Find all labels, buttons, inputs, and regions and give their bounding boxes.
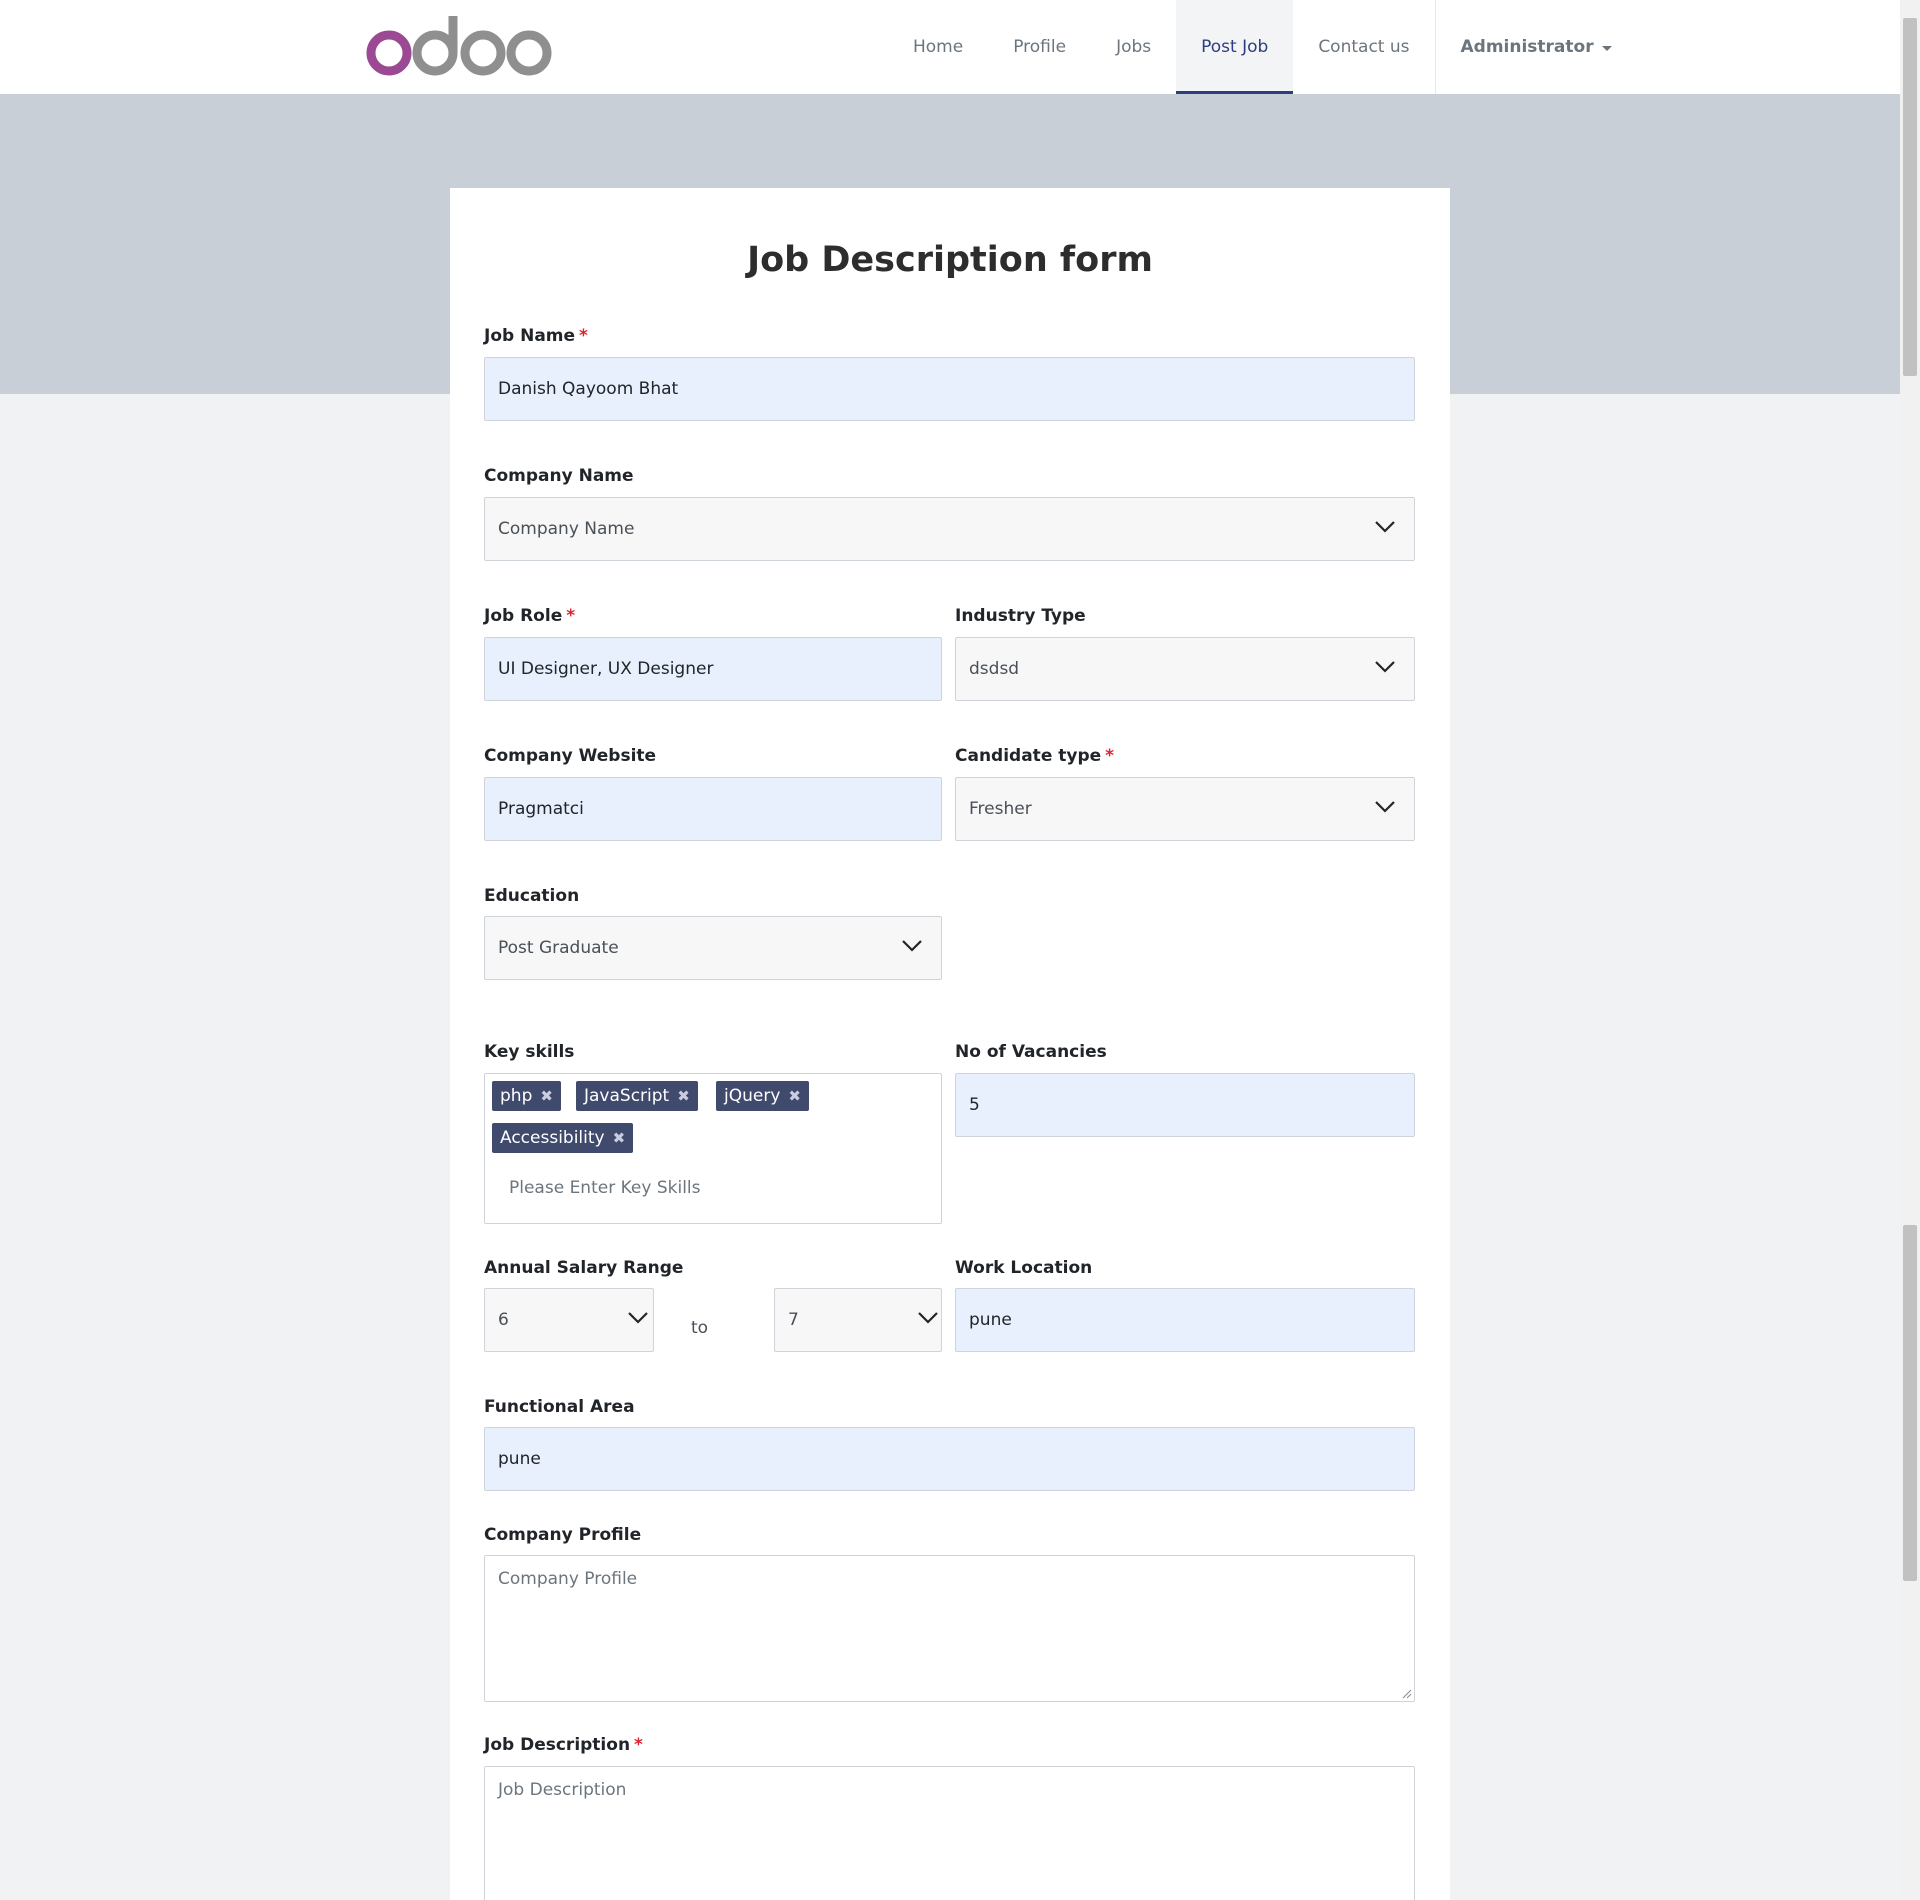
industry-type-label: Industry Type (955, 606, 1086, 626)
remove-tag-icon[interactable]: ✖ (788, 1087, 801, 1105)
admin-label: Administrator (1460, 37, 1594, 57)
chevron-down-icon (918, 1312, 938, 1324)
required-asterisk: * (1105, 746, 1115, 766)
job-name-input[interactable]: Danish Qayoom Bhat (484, 357, 1415, 421)
work-location-label: Work Location (955, 1258, 1093, 1278)
skill-tag: php ✖ (492, 1081, 561, 1111)
required-asterisk: * (634, 1735, 643, 1755)
work-location-input[interactable]: pune (955, 1288, 1415, 1352)
functional-area-value: pune (498, 1449, 541, 1469)
remove-tag-icon[interactable]: ✖ (677, 1087, 690, 1105)
key-skills-placeholder[interactable]: Please Enter Key Skills (509, 1178, 701, 1198)
job-role-input[interactable]: UI Designer, UX Designer (484, 637, 942, 701)
remove-tag-icon[interactable]: ✖ (613, 1129, 626, 1147)
nav-jobs[interactable]: Jobs (1091, 0, 1176, 94)
nav-contact-us[interactable]: Contact us (1293, 0, 1434, 94)
salary-max-select[interactable]: 7 (774, 1288, 942, 1352)
company-website-input[interactable]: Pragmatci (484, 777, 942, 841)
education-value: Post Graduate (498, 938, 619, 958)
job-name-value: Danish Qayoom Bhat (498, 379, 679, 399)
company-name-select[interactable]: Company Name (484, 497, 1415, 561)
salary-max-value: 7 (788, 1310, 799, 1330)
company-website-value: Pragmatci (498, 799, 584, 819)
job-role-value: UI Designer, UX Designer (498, 659, 714, 679)
salary-to-label: to (691, 1318, 709, 1338)
salary-min-value: 6 (498, 1310, 509, 1330)
skill-tag-label: php (500, 1086, 533, 1106)
chevron-down-icon (1375, 521, 1395, 533)
nav-profile[interactable]: Profile (988, 0, 1091, 94)
company-website-label: Company Website (484, 746, 657, 766)
odoo-logo[interactable] (365, 12, 555, 76)
salary-min-select[interactable]: 6 (484, 1288, 654, 1352)
key-skills-input[interactable]: php ✖ JavaScript ✖ jQuery ✖ Accessibility ✖ … (484, 1073, 942, 1224)
nav-home[interactable]: Home (888, 0, 988, 94)
required-asterisk: * (566, 606, 576, 626)
candidate-type-select[interactable]: Fresher (955, 777, 1415, 841)
vacancies-label: No of Vacancies (955, 1042, 1107, 1062)
chevron-down-icon (1375, 661, 1395, 673)
chevron-down-icon (902, 940, 922, 952)
scrollbar-thumb[interactable] (1903, 18, 1917, 376)
skill-tag-label: JavaScript (584, 1086, 670, 1106)
job-role-label: Job Role * (484, 606, 576, 626)
skill-tag: JavaScript ✖ (576, 1081, 698, 1111)
education-select[interactable]: Post Graduate (484, 916, 942, 980)
vacancies-value: 5 (969, 1095, 980, 1115)
industry-type-value: dsdsd (969, 659, 1020, 679)
chevron-down-icon (1375, 801, 1395, 813)
skill-tag: jQuery ✖ (716, 1081, 809, 1111)
caret-down-icon (1601, 45, 1612, 51)
resize-handle-icon[interactable] (1402, 1689, 1412, 1699)
scrollbar-thumb[interactable] (1903, 1225, 1917, 1581)
candidate-type-value: Fresher (969, 799, 1032, 819)
industry-type-select[interactable]: dsdsd (955, 637, 1415, 701)
company-profile-label: Company Profile (484, 1525, 642, 1545)
key-skills-label: Key skills (484, 1042, 575, 1062)
job-description-placeholder: Job Description (498, 1780, 627, 1800)
functional-area-input[interactable]: pune (484, 1427, 1415, 1491)
chevron-down-icon (628, 1312, 648, 1324)
vacancies-input[interactable]: 5 (955, 1073, 1415, 1137)
main-nav: Home Profile Jobs Post Job Contact us Ad… (888, 0, 1636, 94)
company-profile-placeholder: Company Profile (498, 1569, 638, 1589)
page-scrollbar[interactable] (1900, 0, 1920, 1900)
job-name-label: Job Name * (484, 326, 588, 346)
remove-tag-icon[interactable]: ✖ (540, 1087, 553, 1105)
top-navbar: Home Profile Jobs Post Job Contact us Ad… (0, 0, 1900, 94)
company-name-label: Company Name (484, 466, 634, 486)
company-name-placeholder: Company Name (498, 519, 635, 539)
skill-tag: Accessibility ✖ (492, 1123, 634, 1153)
education-label: Education (484, 886, 580, 906)
candidate-type-label: Candidate type * (955, 746, 1115, 766)
form-title: Job Description form (747, 240, 1153, 280)
nav-post-job[interactable]: Post Job (1176, 0, 1294, 94)
functional-area-label: Functional Area (484, 1397, 635, 1417)
skill-tag-label: Accessibility (500, 1128, 605, 1148)
skill-tag-label: jQuery (724, 1086, 781, 1106)
company-profile-textarea[interactable]: Company Profile (484, 1555, 1415, 1702)
job-description-textarea[interactable]: Job Description (484, 1766, 1415, 1900)
work-location-value: pune (969, 1310, 1012, 1330)
odoo-logo-mark (366, 16, 552, 76)
job-form-card: Job Description form Job Name * Danish Qa… (450, 188, 1450, 1900)
admin-dropdown[interactable]: Administrator (1436, 0, 1636, 94)
required-asterisk: * (579, 326, 588, 346)
job-description-label: Job Description * (484, 1735, 643, 1755)
salary-range-label: Annual Salary Range (484, 1258, 684, 1278)
